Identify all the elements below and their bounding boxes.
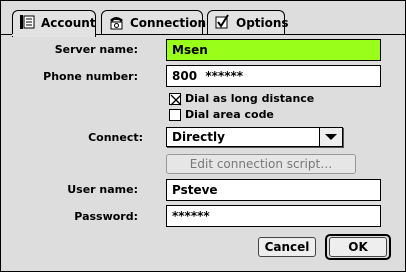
chevron-down-icon xyxy=(319,128,342,146)
ok-button[interactable]: OK xyxy=(329,237,387,257)
password-label: Password: xyxy=(74,210,138,223)
tab-account[interactable]: Account xyxy=(12,10,96,37)
tab-options-label: Options xyxy=(236,16,289,30)
connect-selected-value: Directly xyxy=(172,130,225,144)
tab-account-label: Account xyxy=(41,16,96,30)
password-field[interactable]: ****** xyxy=(166,205,381,227)
tab-connection[interactable]: Connection xyxy=(101,10,207,34)
user-name-label: User name: xyxy=(67,183,138,196)
tab-connection-label: Connection xyxy=(130,16,207,30)
dial-area-code-label[interactable]: Dial area code xyxy=(185,108,274,121)
account-book-icon xyxy=(19,14,36,30)
connect-select[interactable]: Directly xyxy=(166,127,343,147)
x-check-icon xyxy=(170,94,182,106)
server-name-label: Server name: xyxy=(54,43,138,56)
server-name-field[interactable]: Msen xyxy=(166,39,381,61)
edit-connection-script-button[interactable]: Edit connection script… xyxy=(166,154,356,174)
dial-long-distance-checkbox[interactable] xyxy=(169,93,182,106)
user-name-field[interactable]: Psteve xyxy=(166,179,381,201)
dial-long-distance-label[interactable]: Dial as long distance xyxy=(185,92,314,105)
cancel-button[interactable]: Cancel xyxy=(258,237,316,257)
tab-options[interactable]: Options xyxy=(207,10,289,34)
phone-number-field[interactable]: 800 ****** xyxy=(166,65,381,87)
dialog-window: Account Connection Options Server name: … xyxy=(0,0,406,272)
connect-label: Connect: xyxy=(88,131,143,144)
phone-number-label: Phone number: xyxy=(43,70,138,83)
ok-button-default-ring[interactable]: OK xyxy=(325,234,391,260)
checkmark-box-icon xyxy=(214,14,231,30)
dial-area-code-checkbox[interactable] xyxy=(169,109,181,121)
telephone-icon xyxy=(108,14,125,30)
